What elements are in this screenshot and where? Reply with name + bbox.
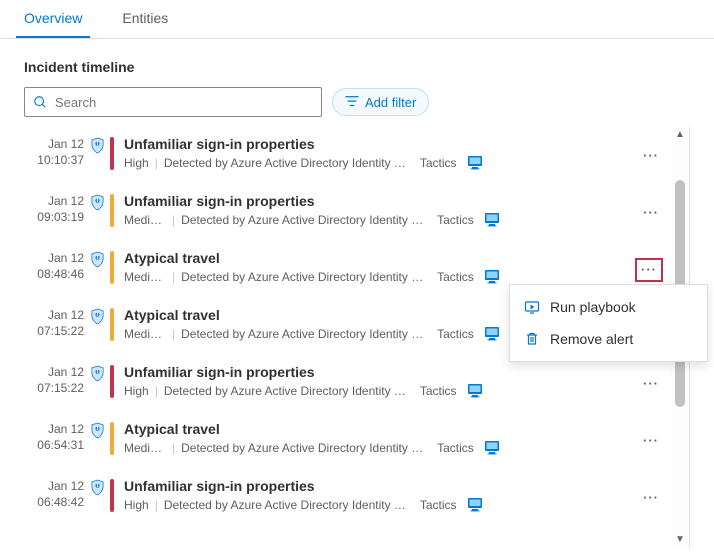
alert-title: Atypical travel <box>124 421 633 437</box>
more-actions-button[interactable]: ··· <box>639 203 663 223</box>
detected-by: Detected by Azure Active Directory Ident… <box>181 270 431 284</box>
host-entity-icon <box>484 326 500 341</box>
timeline-row[interactable]: Jan 1206:48:42 Unfamiliar sign-in propert… <box>24 469 671 526</box>
alert-body: Atypical travel Medium|Detected by Azure … <box>124 420 633 455</box>
alert-meta: High|Detected by Azure Active Directory … <box>124 497 633 512</box>
tactics-label: Tactics <box>437 270 474 284</box>
shield-icon <box>84 135 110 154</box>
host-entity-icon <box>484 440 500 455</box>
host-entity-icon <box>484 212 500 227</box>
alert-meta: High|Detected by Azure Active Directory … <box>124 383 633 398</box>
add-filter-label: Add filter <box>365 95 416 110</box>
alert-meta: Medium|Detected by Azure Active Director… <box>124 212 633 227</box>
severity-indicator <box>110 251 114 284</box>
alert-meta: Medium|Detected by Azure Active Director… <box>124 440 633 455</box>
playbook-icon <box>524 299 540 315</box>
search-box[interactable] <box>24 87 322 117</box>
alert-body: Atypical travel Medium|Detected by Azure … <box>124 249 629 284</box>
detected-by: Detected by Azure Active Directory Ident… <box>181 441 431 455</box>
severity-text: Medium <box>124 327 166 341</box>
more-actions-button[interactable]: ··· <box>635 258 663 282</box>
detected-by: Detected by Azure Active Directory Ident… <box>164 156 414 170</box>
timestamp: Jan 1206:54:31 <box>24 420 84 453</box>
shield-icon <box>84 477 110 496</box>
timeline-row[interactable]: Jan 1206:54:31 Atypical travel Medium|Dete… <box>24 412 671 469</box>
timeline-row[interactable]: Jan 1210:10:37 Unfamiliar sign-in propert… <box>24 127 671 184</box>
alert-title: Unfamiliar sign-in properties <box>124 478 633 494</box>
timestamp: Jan 1206:48:42 <box>24 477 84 510</box>
context-menu: Run playbook Remove alert <box>509 284 708 362</box>
alert-title: Atypical travel <box>124 250 629 266</box>
shield-icon <box>84 306 110 325</box>
tactics-label: Tactics <box>420 498 457 512</box>
tactics-label: Tactics <box>420 156 457 170</box>
shield-icon <box>84 363 110 382</box>
timeline-row[interactable]: Jan 1209:03:19 Unfamiliar sign-in propert… <box>24 184 671 241</box>
toolbar: Add filter <box>24 87 690 117</box>
severity-indicator <box>110 365 114 398</box>
severity-text: High <box>124 156 149 170</box>
alert-body: Unfamiliar sign-in properties High|Detect… <box>124 363 633 398</box>
filter-icon <box>345 95 359 109</box>
tactics-label: Tactics <box>420 384 457 398</box>
alert-title: Unfamiliar sign-in properties <box>124 193 633 209</box>
shield-icon <box>84 192 110 211</box>
more-actions-button[interactable]: ··· <box>639 431 663 451</box>
scroll-up-arrow-icon[interactable]: ▲ <box>673 127 687 142</box>
detected-by: Detected by Azure Active Directory Ident… <box>181 213 431 227</box>
timestamp: Jan 1207:15:22 <box>24 306 84 339</box>
tactics-label: Tactics <box>437 213 474 227</box>
more-actions-button[interactable]: ··· <box>639 374 663 394</box>
alert-meta: High|Detected by Azure Active Directory … <box>124 155 633 170</box>
severity-text: Medium <box>124 441 166 455</box>
severity-indicator <box>110 479 114 512</box>
shield-icon <box>84 420 110 439</box>
menu-run-playbook-label: Run playbook <box>550 299 636 315</box>
more-actions-button[interactable]: ··· <box>639 146 663 166</box>
timeline-row[interactable]: Jan 1207:15:22 Unfamiliar sign-in propert… <box>24 355 671 412</box>
timestamp: Jan 1207:15:22 <box>24 363 84 396</box>
host-entity-icon <box>467 383 483 398</box>
scroll-down-arrow-icon[interactable]: ▼ <box>673 532 687 547</box>
detected-by: Detected by Azure Active Directory Ident… <box>181 327 431 341</box>
menu-remove-alert-label: Remove alert <box>550 331 633 347</box>
severity-text: Medium <box>124 213 166 227</box>
alert-body: Unfamiliar sign-in properties High|Detect… <box>124 477 633 512</box>
severity-indicator <box>110 422 114 455</box>
severity-text: High <box>124 384 149 398</box>
tactics-label: Tactics <box>437 441 474 455</box>
severity-text: High <box>124 498 149 512</box>
severity-indicator <box>110 194 114 227</box>
more-actions-button[interactable]: ··· <box>639 488 663 508</box>
alert-title: Unfamiliar sign-in properties <box>124 136 633 152</box>
trash-icon <box>524 331 540 347</box>
detected-by: Detected by Azure Active Directory Ident… <box>164 384 414 398</box>
alert-title: Unfamiliar sign-in properties <box>124 364 633 380</box>
alert-body: Unfamiliar sign-in properties High|Detect… <box>124 135 633 170</box>
tab-entities[interactable]: Entities <box>114 0 176 38</box>
alert-meta: Medium|Detected by Azure Active Director… <box>124 269 629 284</box>
menu-run-playbook[interactable]: Run playbook <box>510 291 707 323</box>
severity-indicator <box>110 308 114 341</box>
search-icon <box>33 95 47 109</box>
timestamp: Jan 1210:10:37 <box>24 135 84 168</box>
section-title: Incident timeline <box>24 59 690 75</box>
host-entity-icon <box>484 269 500 284</box>
shield-icon <box>84 249 110 268</box>
search-input[interactable] <box>53 94 313 111</box>
tab-overview[interactable]: Overview <box>16 0 90 38</box>
detected-by: Detected by Azure Active Directory Ident… <box>164 498 414 512</box>
severity-indicator <box>110 137 114 170</box>
add-filter-button[interactable]: Add filter <box>332 88 429 116</box>
host-entity-icon <box>467 155 483 170</box>
timestamp: Jan 1208:48:46 <box>24 249 84 282</box>
host-entity-icon <box>467 497 483 512</box>
severity-text: Medium <box>124 270 166 284</box>
tactics-label: Tactics <box>437 327 474 341</box>
timestamp: Jan 1209:03:19 <box>24 192 84 225</box>
menu-remove-alert[interactable]: Remove alert <box>510 323 707 355</box>
tab-bar: Overview Entities <box>0 0 714 39</box>
alert-body: Unfamiliar sign-in properties Medium|Dete… <box>124 192 633 227</box>
